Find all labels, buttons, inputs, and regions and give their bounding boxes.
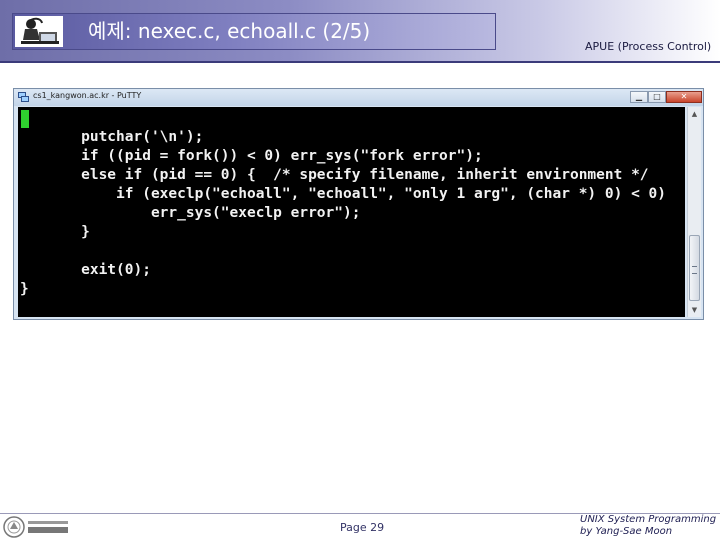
scroll-down-arrow-icon[interactable]: ▼ (689, 304, 700, 316)
terminal-cursor (21, 110, 29, 128)
vertical-scrollbar[interactable]: ▲ ▼ (687, 107, 701, 317)
title-box: 예제: nexec.c, echoall.c (2/5) (12, 13, 496, 50)
minimize-button[interactable]: ▁ (630, 91, 648, 103)
window-titlebar[interactable]: cs1_kangwon.ac.kr - PuTTY ▁ □ ✕ (14, 89, 703, 106)
author-credit: by Yang-Sae Moon (580, 526, 673, 537)
university-logo (3, 516, 68, 538)
maximize-button[interactable]: □ (648, 91, 666, 103)
terminal-area[interactable]: putchar('\n'); if ((pid = fork()) < 0) e… (18, 107, 685, 317)
slide-subtitle: APUE (Process Control) (585, 40, 712, 53)
header-divider (0, 61, 720, 63)
scrollbar-thumb[interactable] (689, 235, 700, 301)
slide-title: 예제: nexec.c, echoall.c (2/5) (88, 19, 371, 43)
page-number: Page 29 (340, 521, 385, 534)
grip-icon (692, 266, 697, 274)
scroll-up-arrow-icon[interactable]: ▲ (689, 108, 700, 120)
window-title: cs1_kangwon.ac.kr - PuTTY (33, 91, 142, 100)
close-button[interactable]: ✕ (666, 91, 702, 103)
putty-icon (18, 92, 29, 102)
putty-window[interactable]: cs1_kangwon.ac.kr - PuTTY ▁ □ ✕ putchar(… (13, 88, 704, 320)
person-at-computer-icon (15, 16, 63, 47)
terminal-code: putchar('\n'); if ((pid = fork()) < 0) e… (20, 129, 667, 297)
course-title: UNIX System Programming (580, 514, 717, 525)
